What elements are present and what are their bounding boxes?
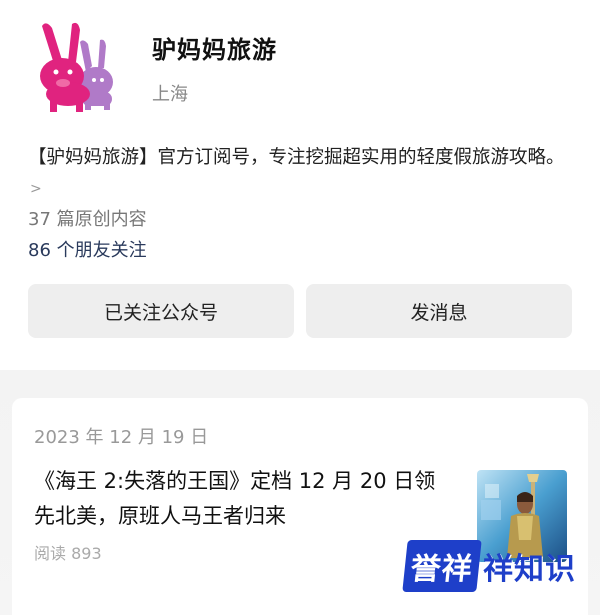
bio-text: 【驴妈妈旅游】官方订阅号，专注挖掘超实用的轻度假旅游攻略。: [28, 147, 565, 168]
site-watermark: 誉祥 祥知识: [402, 538, 576, 594]
donkey-logo-icon: [40, 22, 113, 112]
account-location: 上海: [152, 84, 188, 105]
account-avatar[interactable]: [28, 20, 124, 116]
account-profile: 驴妈妈旅游 上海 【驴妈妈旅游】官方订阅号，专注挖掘超实用的轻度假旅游攻略。> …: [0, 0, 600, 370]
account-bio[interactable]: 【驴妈妈旅游】官方订阅号，专注挖掘超实用的轻度假旅游攻略。 >: [28, 143, 568, 204]
watermark-logo: 誉祥: [402, 540, 482, 592]
watermark-text: 祥知识: [483, 552, 576, 587]
article-title[interactable]: 《海王 2:失落的王国》定档 12 月 20 日领先北美，原班人马王者归来: [34, 464, 454, 534]
account-name: 驴妈妈旅游: [152, 36, 277, 64]
friends-following-link[interactable]: 86 个朋友关注: [28, 236, 147, 262]
chevron-right-icon: >: [30, 181, 42, 197]
followed-button[interactable]: 已关注公众号: [28, 284, 294, 338]
article-date: 2023 年 12 月 19 日: [34, 427, 209, 448]
article-read-count: 阅读 893: [34, 544, 102, 563]
original-content-count: 37 篇原创内容: [28, 209, 147, 230]
send-message-button[interactable]: 发消息: [306, 284, 572, 338]
